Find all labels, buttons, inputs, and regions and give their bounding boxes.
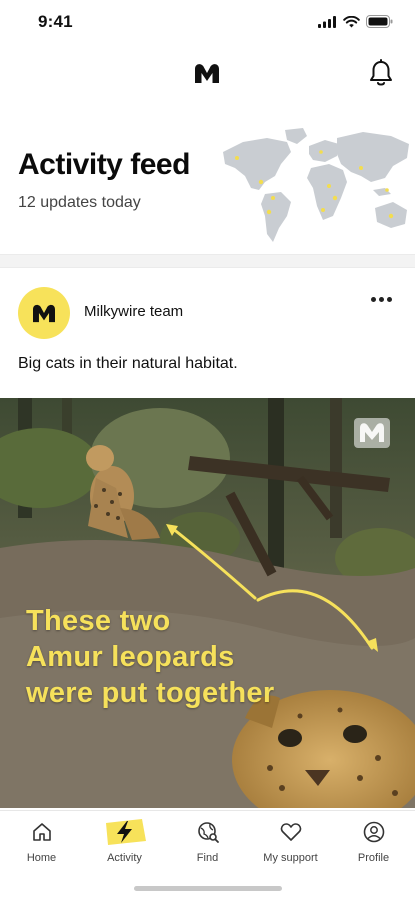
top-bar: [0, 50, 415, 96]
profile-icon: [363, 821, 384, 843]
post-caption: Big cats in their natural habitat.: [18, 355, 238, 372]
wifi-icon: [343, 15, 360, 27]
tab-label: Home: [26, 852, 57, 864]
milkywire-logo-icon: [33, 304, 55, 323]
find-globe-icon: [197, 822, 219, 843]
overlay-line: Amur leopards: [26, 641, 235, 673]
tab-activity[interactable]: Activity: [83, 819, 166, 869]
cellular-signal-icon: [318, 15, 336, 28]
heart-icon: [280, 823, 301, 841]
tab-label: Activity: [107, 852, 142, 864]
status-icons: [318, 15, 393, 28]
post-image[interactable]: These two Amur leopards were put togethe…: [0, 398, 415, 808]
world-map-illustration: [223, 128, 409, 242]
activity-hero: Activity feed 12 updates today: [0, 112, 415, 254]
tab-label: Find: [196, 852, 219, 864]
section-divider: [0, 254, 415, 268]
milkywire-logo-icon: [195, 64, 219, 83]
tab-find[interactable]: Find: [166, 819, 249, 869]
tab-label: Profile: [357, 852, 390, 864]
page-title: Activity feed: [18, 148, 190, 181]
updates-count: 12 updates today: [18, 194, 141, 211]
battery-icon: [366, 15, 393, 28]
tab-label: My support: [263, 852, 318, 864]
author-avatar[interactable]: [18, 287, 70, 339]
overlay-line: These two: [26, 605, 171, 637]
status-bar: 9:41: [0, 0, 415, 44]
post-image-overlay-text: These two Amur leopards were put togethe…: [26, 603, 274, 711]
tab-home[interactable]: Home: [0, 819, 83, 869]
post-author[interactable]: Milkywire team: [84, 303, 183, 320]
tab-profile[interactable]: Profile: [332, 819, 415, 869]
more-options-icon[interactable]: [368, 290, 396, 308]
lightning-icon: [105, 819, 146, 845]
home-icon: [32, 823, 51, 841]
status-time: 9:41: [38, 12, 73, 31]
home-indicator: [134, 886, 282, 891]
overlay-line: were put together: [26, 677, 275, 709]
tab-my-support[interactable]: My support: [249, 819, 332, 869]
post-header: Milkywire team: [0, 280, 415, 344]
notification-bell-icon[interactable]: [368, 59, 394, 87]
